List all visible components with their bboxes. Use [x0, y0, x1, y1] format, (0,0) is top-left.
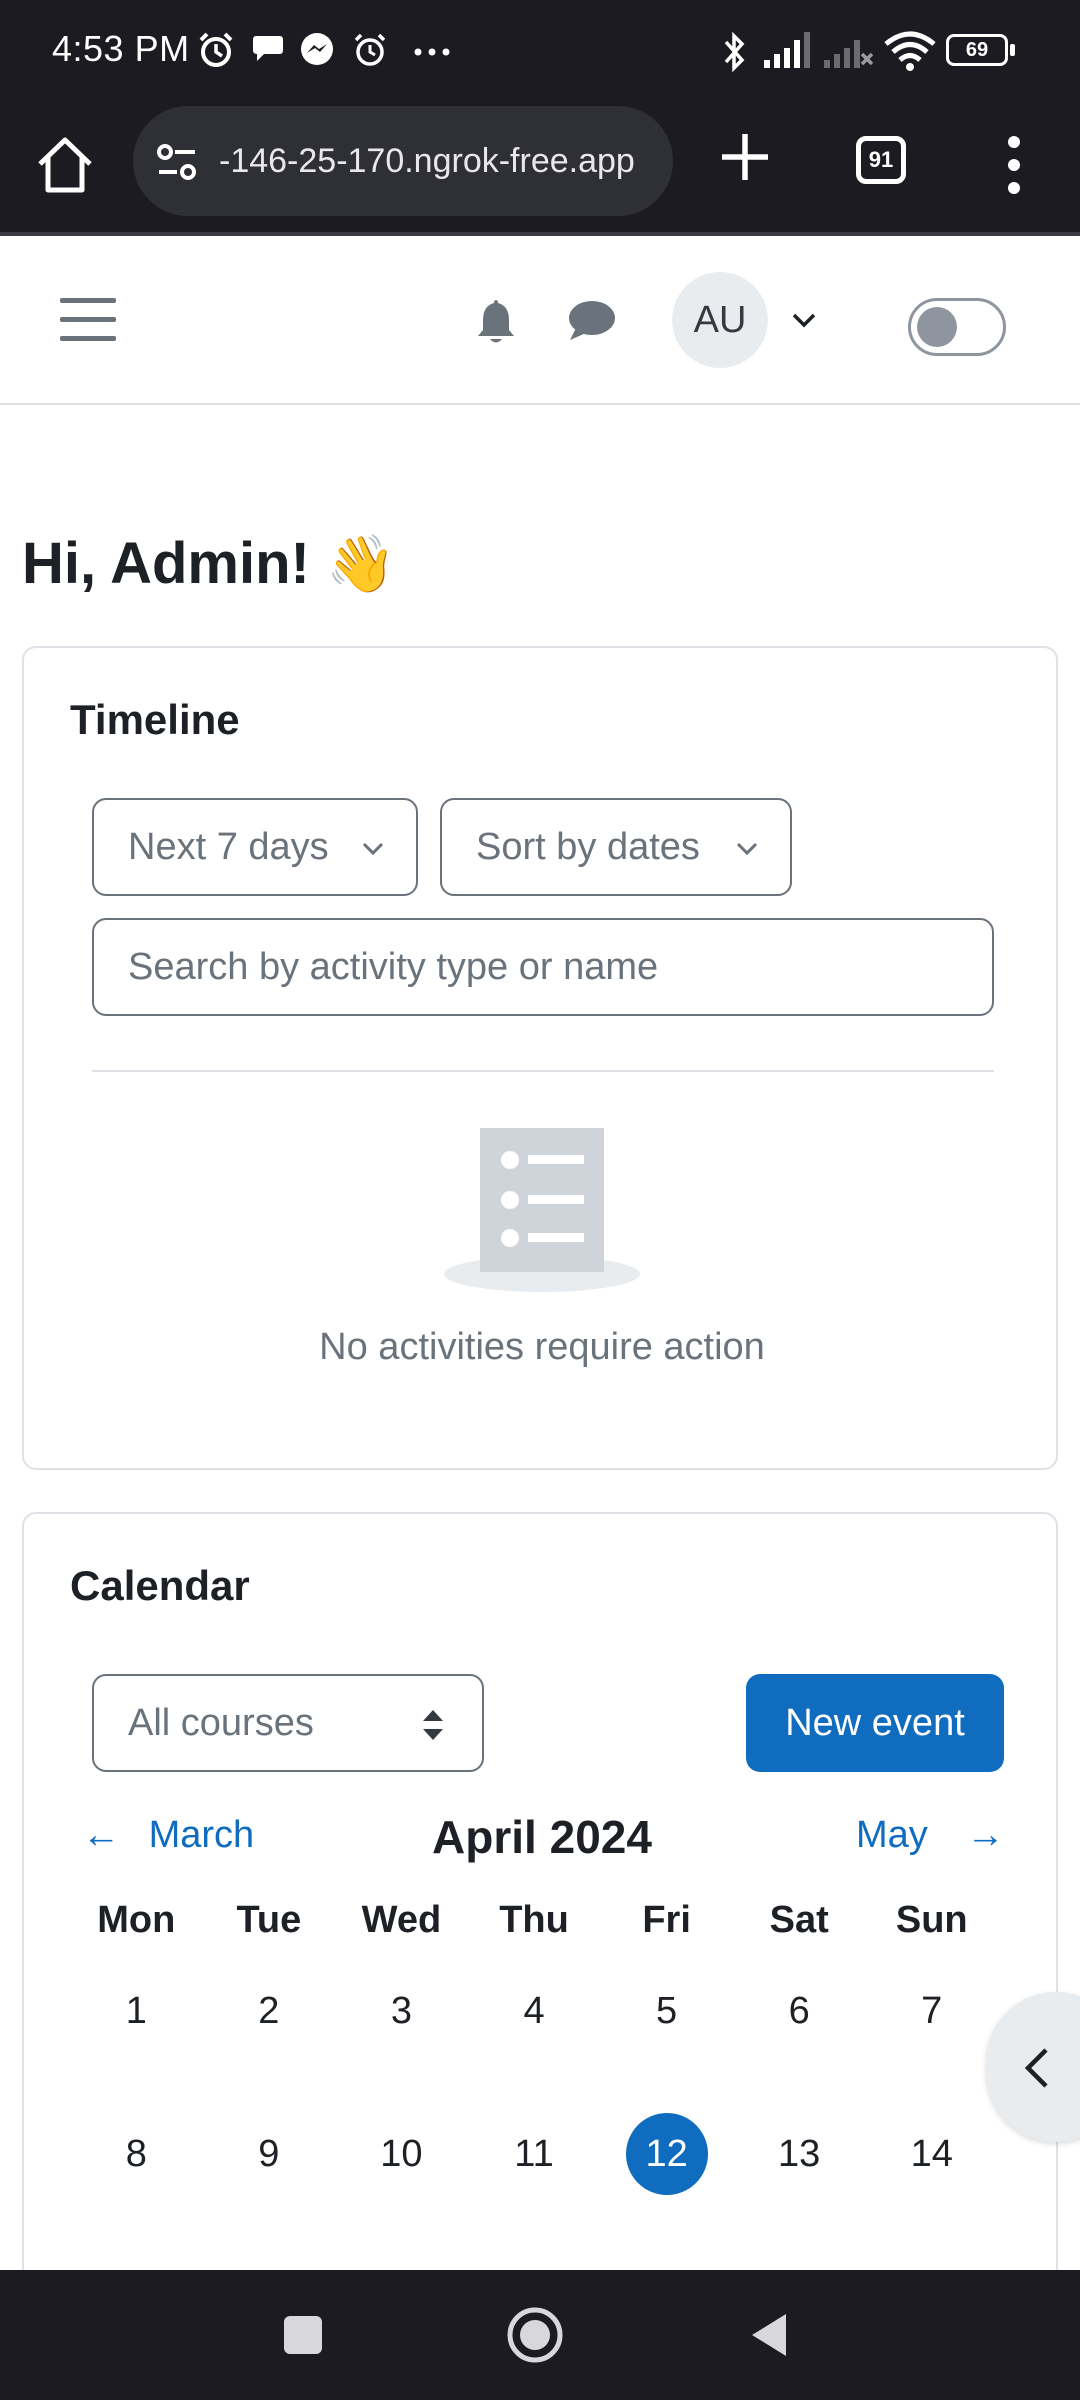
avatar-initials: AU [693, 299, 747, 341]
toggle-knob [917, 307, 957, 347]
document-list-icon [444, 1128, 640, 1292]
chat-bubble-icon [253, 36, 283, 61]
day-number: 3 [390, 1990, 412, 2032]
tab-count: 91 [868, 147, 894, 172]
day-number: 11 [514, 2133, 554, 2175]
alarm-icon [354, 33, 386, 66]
day-number: 4 [523, 1990, 545, 2032]
battery-icon: 69 [946, 34, 1008, 66]
calendar-day[interactable]: 8 [70, 2099, 203, 2242]
divider [92, 1070, 994, 1072]
weekday-label: Sun [895, 1899, 968, 1941]
home-circle-icon[interactable] [506, 2306, 564, 2364]
system-nav-bar [0, 2270, 1080, 2400]
today-marker: 12 [625, 2113, 708, 2195]
signal-x-icon [824, 40, 874, 68]
day-number: 1 [125, 1990, 147, 2032]
signal-icon [764, 32, 810, 68]
calendar-week: 1 2 3 4 5 6 7 [70, 1956, 998, 2099]
calendar-day[interactable]: 9 [203, 2099, 336, 2242]
calendar-day[interactable]: 1 [70, 1956, 203, 2099]
site-navbar: AU [0, 240, 1080, 405]
calendar-day-today[interactable]: 12 [600, 2099, 733, 2242]
calendar-day[interactable]: 4 [468, 1956, 601, 2099]
alarm-icon [199, 32, 233, 67]
course-select-value: All courses [128, 1702, 314, 1744]
chat-icon[interactable] [566, 298, 618, 344]
battery-tip [1010, 44, 1015, 56]
weekday-label: Mon [97, 1899, 176, 1941]
bluetooth-icon [724, 31, 745, 73]
calendar-day[interactable]: 6 [733, 1956, 866, 2099]
calendar-day[interactable]: 2 [203, 1956, 336, 2099]
next-month-link[interactable]: May → [856, 1814, 1004, 1857]
chevron-down-icon [736, 842, 758, 856]
empty-state-message: No activities require action [319, 1326, 765, 1368]
chevron-down-icon[interactable] [790, 306, 818, 334]
timeline-sort-label: Sort by dates [476, 826, 700, 868]
day-number: 8 [125, 2133, 147, 2175]
sort-arrows-icon [423, 1710, 443, 1740]
url-text: -146-25-170.ngrok-free.app [219, 142, 635, 180]
bell-icon[interactable] [472, 296, 520, 346]
calendar-block: Calendar All courses New event ← March A… [22, 1512, 1058, 2352]
messenger-icon [301, 33, 333, 65]
timeline-title: Timeline [70, 696, 240, 743]
day-number: 6 [788, 1990, 810, 2032]
day-number: 13 [778, 2133, 821, 2175]
day-number: 5 [656, 1990, 678, 2032]
chevron-down-icon [362, 842, 384, 856]
timeline-search-input[interactable] [92, 918, 994, 1016]
calendar-day[interactable]: 10 [335, 2099, 468, 2242]
weekday-label: Wed [361, 1899, 442, 1941]
more-icon [414, 48, 450, 56]
weekday-header: Mon Tue Wed Thu Fri Sat Sun [70, 1884, 998, 1956]
day-number: 2 [258, 1990, 280, 2032]
tabs-icon[interactable]: 91 [856, 136, 906, 184]
day-number: 7 [921, 1990, 943, 2032]
chevron-left-icon [1024, 2048, 1048, 2088]
weekday-label: Tue [236, 1899, 302, 1941]
greeting-text: Hi, Admin! [22, 531, 310, 596]
back-icon[interactable] [748, 2310, 790, 2360]
plus-icon[interactable] [712, 124, 778, 190]
timeline-filter-label: Next 7 days [128, 826, 329, 868]
timeline-filter-dropdown[interactable]: Next 7 days [92, 798, 418, 896]
home-icon[interactable] [30, 130, 100, 200]
menu-dots-icon[interactable] [994, 130, 1034, 200]
page-title: Hi, Admin! 👋 [22, 530, 396, 597]
weekday-label: Thu [499, 1899, 569, 1941]
battery-level: 69 [965, 39, 989, 61]
status-time: 4:53 PM [52, 28, 190, 69]
day-number: 10 [380, 2133, 423, 2175]
calendar-day[interactable]: 11 [468, 2099, 601, 2242]
avatar[interactable]: AU [672, 272, 768, 368]
recents-icon[interactable] [282, 2314, 324, 2356]
calendar-day[interactable]: 13 [733, 2099, 866, 2242]
status-bar: 4:53 PM 69 [0, 0, 1080, 100]
course-select[interactable]: All courses [92, 1674, 484, 1772]
hamburger-icon[interactable] [60, 298, 116, 344]
timeline-sort-dropdown[interactable]: Sort by dates [440, 798, 792, 896]
wifi-icon [884, 31, 936, 71]
calendar-week: 8 9 10 11 12 13 14 [70, 2099, 998, 2242]
day-number: 14 [910, 2133, 953, 2175]
weekday-label: Sat [769, 1899, 829, 1941]
mode-toggle[interactable] [908, 298, 1006, 356]
calendar-day[interactable]: 5 [600, 1956, 733, 2099]
weekday-label: Fri [642, 1899, 691, 1941]
arrow-right-icon: → [966, 1814, 1005, 1856]
next-month-label: May [856, 1814, 928, 1856]
new-event-button[interactable]: New event [746, 1674, 1004, 1772]
calendar-day[interactable]: 7 [865, 1956, 998, 2099]
browser-toolbar: -146-25-170.ngrok-free.app 91 [0, 100, 1080, 236]
calendar-title: Calendar [70, 1562, 250, 1609]
waving-hand-emoji: 👋 [325, 532, 396, 595]
calendar-day[interactable]: 3 [335, 1956, 468, 2099]
address-bar[interactable]: -146-25-170.ngrok-free.app [133, 106, 673, 216]
site-settings-icon[interactable] [155, 142, 201, 182]
day-number: 9 [258, 2133, 280, 2175]
calendar-day[interactable]: 14 [865, 2099, 998, 2242]
timeline-block: Timeline Next 7 days Sort by dates No ac… [22, 646, 1058, 1470]
